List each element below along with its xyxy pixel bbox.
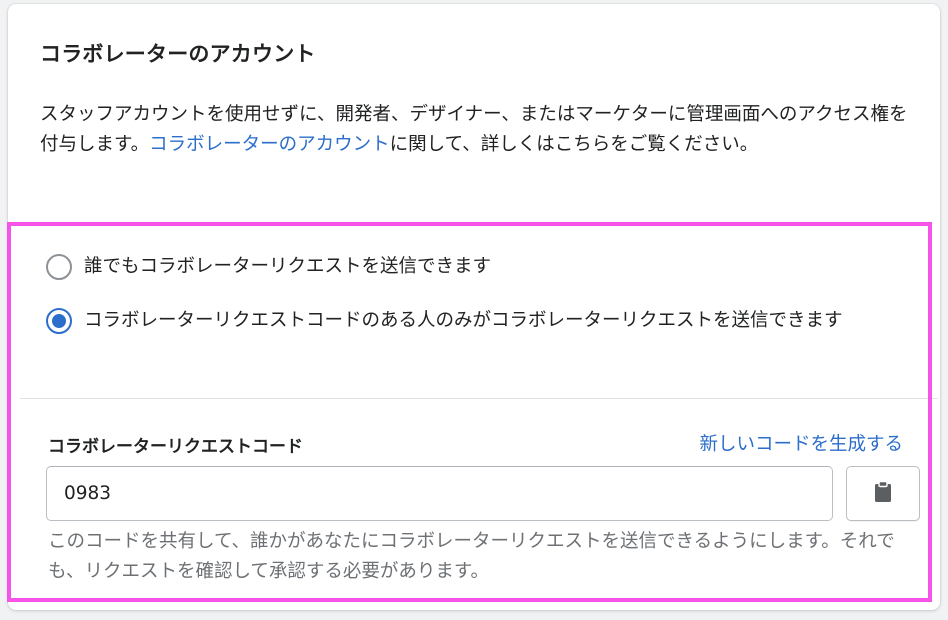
request-permission-options: 誰でもコラボレーターリクエストを送信できます コラボレーターリクエストコードのあ… [46,252,916,336]
request-code-help-text: このコードを共有して、誰かがあなたにコラボレーターリクエストを送信できるようにし… [48,531,895,582]
request-code-label: コラボレーターリクエストコード [48,437,303,457]
radio-code-only[interactable] [46,308,72,334]
option-anyone-label: 誰でもコラボレーターリクエストを送信できます [84,256,492,277]
section-divider [20,398,938,399]
copy-code-button[interactable] [846,466,920,521]
collaborator-accounts-link[interactable]: コラボレーターのアカウント [149,134,390,155]
option-anyone[interactable]: 誰でもコラボレーターリクエストを送信できます [46,252,916,282]
card-title: コラボレーターのアカウント [40,42,316,66]
option-code-only-label: コラボレーターリクエストコードのある人のみがコラボレーターリクエストを送信できま… [84,310,843,331]
generate-new-code-link[interactable]: 新しいコードを生成する [699,430,903,456]
collaborator-accounts-card: コラボレーターのアカウント スタッフアカウントを使用せずに、開発者、デザイナー、… [8,4,940,610]
card-description: スタッフアカウントを使用せずに、開発者、デザイナー、またはマーケターに管理画面へ… [40,100,910,160]
description-text-suffix: に関して、詳しくはこちらをご覧ください。 [389,134,759,155]
option-code-only[interactable]: コラボレーターリクエストコードのある人のみがコラボレーターリクエストを送信できま… [46,306,916,336]
radio-anyone[interactable] [46,254,72,280]
clipboard-icon [874,480,892,507]
request-code-input[interactable] [46,466,833,521]
